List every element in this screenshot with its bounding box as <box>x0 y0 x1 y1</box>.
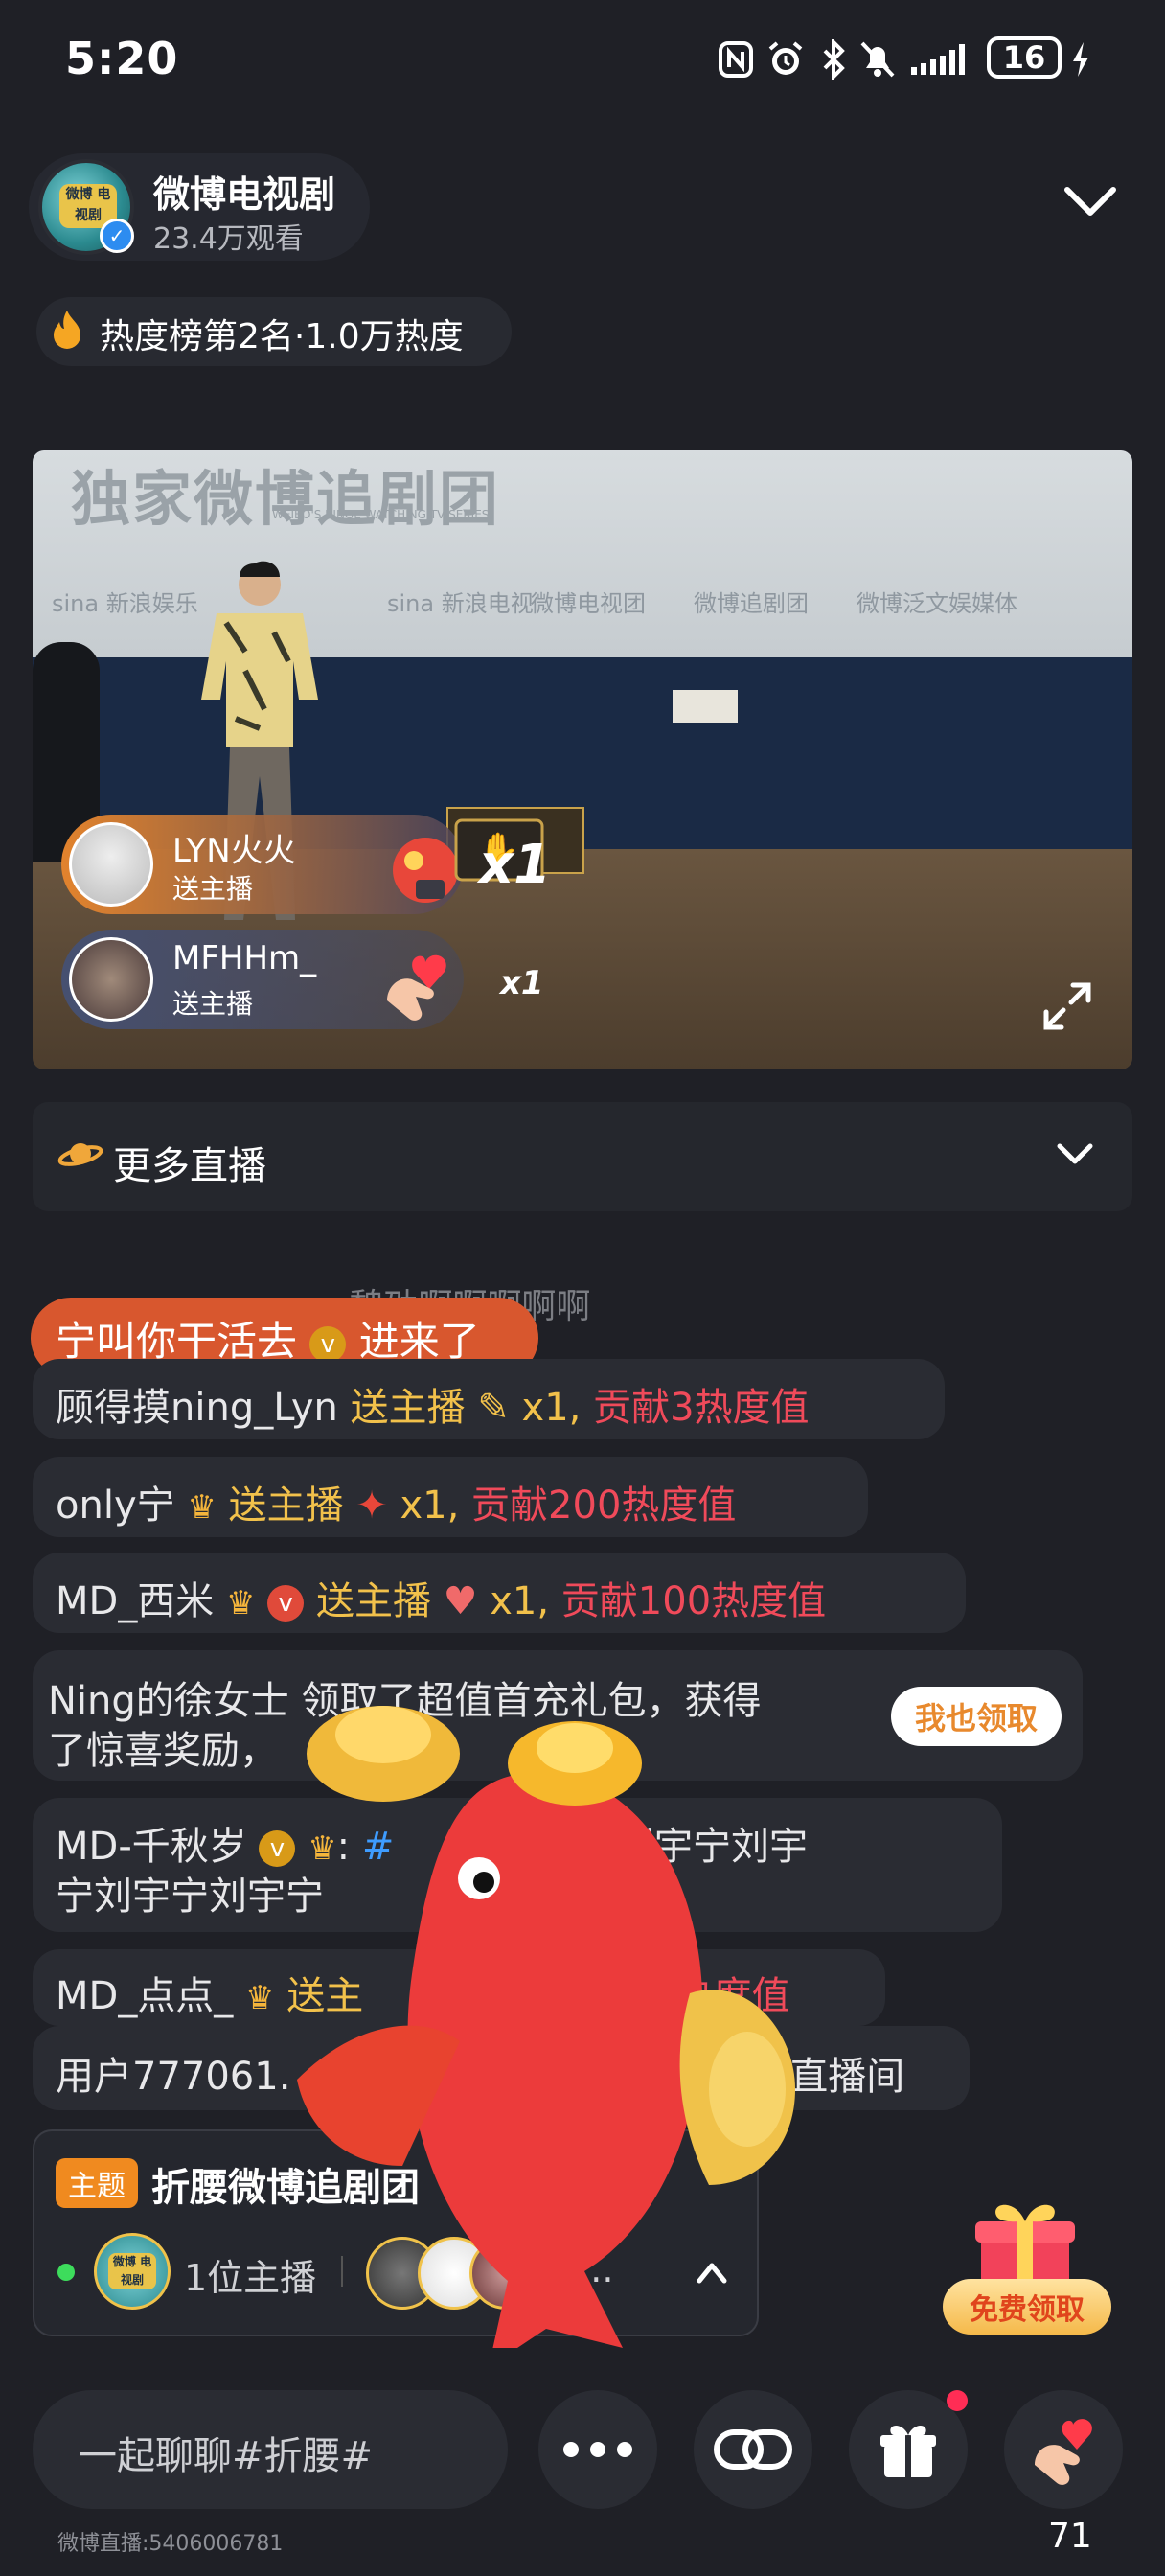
gift-action: 送主播 <box>172 873 254 905</box>
sponsor-logo: sina 新浪电视 <box>387 590 534 617</box>
topic-tag-badge: 主题 <box>56 2158 138 2208</box>
crown-icon: ♛ <box>245 1979 275 2017</box>
chat-input-placeholder: 一起聊聊#折腰# <box>79 2434 374 2478</box>
placard <box>673 690 738 723</box>
comment-user[interactable]: MD-千秋岁 <box>56 1825 247 1869</box>
more-live-label: 更多直播 <box>113 1144 266 1188</box>
comment-contribution: 贡献200热度值 <box>471 1484 737 1528</box>
comment-text: 宁刘宇宁刘宇宁 <box>56 1874 324 1919</box>
entry-user[interactable]: 宁叫你干活去 <box>56 1318 297 1365</box>
comment-count: x1 <box>490 1579 537 1623</box>
gift-user-name: MFHHm_ <box>172 939 317 978</box>
comment-user[interactable]: MD_西米 <box>56 1579 214 1623</box>
screen-subtitle: WEIBO'S BINGE WATCHING TV SERIES <box>272 508 490 521</box>
comment-action: 送主播 <box>315 1579 431 1623</box>
gift-icon: ✎ <box>477 1386 510 1430</box>
comment-row: only宁 ♛ 送主播 ✦ x1, 贡献200热度值 <box>56 1484 737 1528</box>
chevron-down-icon[interactable] <box>1063 182 1117 220</box>
comment-count: x1 <box>400 1484 447 1528</box>
live-dot <box>57 2264 75 2281</box>
comment-contribution: 贡献3热度值 <box>593 1386 810 1430</box>
screen-title: 独家微博追剧团 <box>71 464 501 534</box>
like-count: 71 <box>1048 2517 1092 2556</box>
gift-count: x1 <box>500 964 544 1002</box>
vip-badge-icon: v <box>267 1585 305 1622</box>
comment-user[interactable]: only宁 <box>56 1484 175 1528</box>
nfc-icon <box>717 38 755 80</box>
sponsor-logo: sina 新浪娱乐 <box>52 590 198 617</box>
live-id: 微博直播:5406006781 <box>57 2532 284 2556</box>
comment-user[interactable]: MD_点点_ <box>56 1974 233 2018</box>
view-count: 23.4万观看 <box>153 222 304 256</box>
comment-user[interactable]: 顾得摸ning_Lyn <box>56 1386 338 1430</box>
battery-icon: 16 <box>987 36 1062 79</box>
link-button[interactable] <box>694 2390 812 2509</box>
comment-row: 顾得摸ning_Lyn 送主播 ✎ x1, 贡献3热度值 <box>56 1386 810 1430</box>
gift-icon <box>880 2426 936 2477</box>
notice-line: 了惊喜奖励， <box>48 1729 278 1773</box>
sponsor-logo: 微博电视团 <box>531 590 646 617</box>
gift-count: x1 <box>479 834 552 896</box>
verified-icon: ✓ <box>100 218 134 253</box>
entry-action: 进来了 <box>358 1318 480 1365</box>
mute-icon <box>857 38 899 80</box>
comment-action: 送主播 <box>350 1386 466 1430</box>
expand-icon[interactable] <box>1039 978 1096 1035</box>
comment-count: x1 <box>521 1386 569 1430</box>
live-video[interactable]: 独家微博追剧团 WEIBO'S BINGE WATCHING TV SERIES… <box>33 450 1132 1070</box>
gift-icon: ♥ <box>443 1579 478 1623</box>
gift-user-avatar[interactable] <box>69 822 153 907</box>
chevron-down-icon[interactable] <box>1056 1140 1094 1169</box>
gift-user-name: LYN火火 <box>172 832 296 870</box>
comment-action: 送主播 <box>228 1484 344 1528</box>
link-icon <box>714 2429 792 2470</box>
topic-avatar[interactable]: 微博 电视剧 <box>94 2233 171 2310</box>
like-button[interactable] <box>1004 2390 1123 2509</box>
sponsor-logo: 微博泛文娱媒体 <box>857 590 1017 617</box>
vip-badge-icon: v <box>309 1325 347 1363</box>
crown-icon: ♛ <box>226 1584 256 1622</box>
signal-icon <box>908 38 977 80</box>
alarm-icon <box>765 38 807 80</box>
gift-action: 送主播 <box>172 988 254 1020</box>
more-button[interactable] <box>538 2390 657 2509</box>
comment-user[interactable]: 用户777061. <box>56 2055 290 2099</box>
comment-contribution: 贡献100热度值 <box>560 1579 827 1623</box>
gift-icon: ✦ <box>355 1484 388 1528</box>
notification-dot <box>947 2390 968 2411</box>
status-time: 5:20 <box>65 33 179 84</box>
claim-button[interactable]: 我也领取 <box>891 1687 1062 1746</box>
gift-user-avatar[interactable] <box>69 937 153 1022</box>
heart-hand-icon <box>387 954 446 1021</box>
heart-hand-icon <box>1035 2419 1092 2485</box>
comment-row: MD_西米 ♛ v 送主播 ♥ x1, 贡献100热度值 <box>56 1579 827 1623</box>
heat-rank-text: 热度榜第2名·1.0万热度 <box>100 317 464 356</box>
more-icon <box>563 2442 632 2457</box>
free-claim-button[interactable]: 免费领取 <box>943 2279 1111 2334</box>
fire-icon <box>50 309 84 357</box>
channel-name[interactable]: 微博电视剧 <box>153 165 335 218</box>
bluetooth-icon <box>816 38 851 80</box>
battery-level: 16 <box>1002 39 1046 76</box>
charging-icon <box>1069 38 1092 80</box>
topic-avatar-logo: 微博 电视剧 <box>108 2253 156 2289</box>
planet-icon <box>57 1135 103 1183</box>
sponsor-logo: 微博追剧团 <box>694 590 809 617</box>
lucky-fish-animation <box>297 1706 795 2348</box>
crown-icon: ♛ <box>187 1488 217 1527</box>
